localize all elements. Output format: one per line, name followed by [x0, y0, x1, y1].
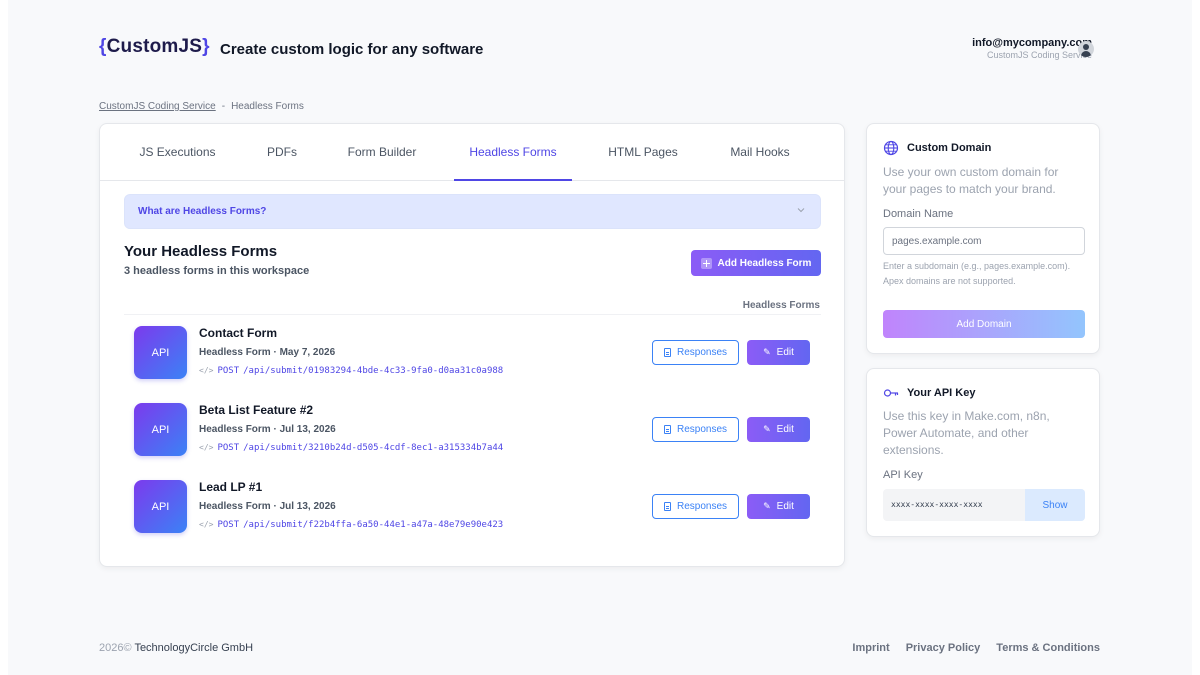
document-icon	[663, 502, 671, 511]
api-key-field: xxxx-xxxx-xxxx-xxxx Show	[883, 489, 1085, 521]
api-badge: API	[134, 403, 187, 456]
document-icon	[663, 425, 671, 434]
form-meta: Headless Form · Jul 13, 2026	[199, 501, 336, 512]
add-headless-form-button[interactable]: Add Headless Form	[691, 250, 821, 276]
tab-form-builder[interactable]: Form Builder	[332, 124, 432, 181]
footer-link-privacy[interactable]: Privacy Policy	[906, 642, 981, 654]
form-title[interactable]: Lead LP #1	[199, 480, 262, 494]
breadcrumb-separator: -	[221, 101, 226, 112]
breadcrumb-root-link[interactable]: CustomJS Coding Service	[99, 101, 216, 112]
endpoint-method: POST	[217, 366, 240, 376]
tab-js-executions[interactable]: JS Executions	[124, 124, 231, 181]
show-api-key-button[interactable]: Show	[1025, 489, 1085, 521]
footer-link-imprint[interactable]: Imprint	[852, 642, 889, 654]
section-subtitle: 3 headless forms in this workspace	[124, 265, 310, 277]
code-icon: </>	[199, 443, 214, 452]
custom-domain-card: Custom Domain Use your own custom domain…	[866, 123, 1100, 354]
form-meta: Headless Form · May 7, 2026	[199, 347, 336, 358]
plus-icon	[700, 257, 712, 269]
headless-forms-info-accordion[interactable]: What are Headless Forms?	[124, 194, 821, 229]
edit-label: Edit	[776, 501, 794, 512]
footer-link-terms[interactable]: Terms & Conditions	[996, 642, 1100, 654]
form-endpoint: </> POST /api/submit/f22b4ffa-6a50-44e1-…	[199, 520, 503, 530]
responses-button[interactable]: Responses	[652, 494, 739, 519]
edit-label: Edit	[776, 424, 794, 435]
add-headless-form-label: Add Headless Form	[717, 257, 812, 269]
tab-mail-hooks[interactable]: Mail Hooks	[715, 124, 805, 181]
responses-label: Responses	[676, 501, 728, 512]
tab-html-pages[interactable]: HTML Pages	[595, 124, 691, 181]
footer-links: Imprint Privacy Policy Terms & Condition…	[852, 642, 1100, 654]
endpoint-path: /api/submit/f22b4ffa-6a50-44e1-a47a-48e7…	[243, 520, 504, 530]
logo[interactable]: {CustomJS}	[99, 36, 210, 58]
section-title: Your Headless Forms	[124, 243, 278, 260]
list-label: Headless Forms	[742, 300, 820, 311]
form-endpoint: </> POST /api/submit/3210b24d-d505-4cdf-…	[199, 443, 503, 453]
breadcrumb-current: Headless Forms	[231, 101, 304, 112]
breadcrumb: CustomJS Coding Service - Headless Forms	[99, 101, 304, 112]
domain-hint: Enter a subdomain (e.g., pages.example.c…	[883, 261, 1071, 286]
tab-bar: JS Executions PDFs Form Builder Headless…	[100, 124, 844, 181]
user-info[interactable]: info@mycompany.com CustomJS Coding Servi…	[972, 37, 1092, 60]
custom-domain-description: Use your own custom domain for your page…	[883, 165, 1059, 196]
edit-button[interactable]: ✎ Edit	[747, 340, 810, 365]
tagline: Create custom logic for any software	[220, 41, 484, 58]
responses-button[interactable]: Responses	[652, 340, 739, 365]
api-badge: API	[134, 326, 187, 379]
form-title[interactable]: Beta List Feature #2	[199, 403, 313, 417]
logo-text: {CustomJS}	[99, 36, 210, 57]
form-title[interactable]: Contact Form	[199, 326, 277, 340]
form-endpoint: </> POST /api/submit/01983294-4bde-4c33-…	[199, 366, 503, 376]
endpoint-path: /api/submit/3210b24d-d505-4cdf-8ec1-a315…	[243, 443, 504, 453]
footer-company: TechnologyCircle GmbH	[134, 642, 254, 654]
list-divider	[124, 314, 821, 315]
user-email: info@mycompany.com	[972, 37, 1092, 49]
api-key-value: xxxx-xxxx-xxxx-xxxx	[891, 500, 983, 509]
api-badge: API	[134, 480, 187, 533]
edit-button[interactable]: ✎ Edit	[747, 494, 810, 519]
custom-domain-title: Custom Domain	[907, 142, 992, 154]
responses-label: Responses	[676, 424, 728, 435]
code-icon: </>	[199, 520, 214, 529]
form-row: API Contact Form Headless Form · May 7, …	[124, 326, 821, 386]
user-avatar-icon[interactable]	[1078, 41, 1094, 57]
edit-button[interactable]: ✎ Edit	[747, 417, 810, 442]
tab-pdfs[interactable]: PDFs	[255, 124, 309, 181]
endpoint-path: /api/submit/01983294-4bde-4c33-9fa0-d0aa…	[243, 366, 504, 376]
tab-headless-forms[interactable]: Headless Forms	[454, 124, 572, 181]
form-row: API Beta List Feature #2 Headless Form ·…	[124, 403, 821, 463]
main-card: JS Executions PDFs Form Builder Headless…	[99, 123, 845, 567]
endpoint-method: POST	[217, 520, 240, 530]
footer-copyright: 2026© TechnologyCircle GmbH	[99, 642, 253, 654]
api-key-label: API Key	[883, 469, 923, 481]
pencil-icon: ✎	[763, 501, 771, 511]
endpoint-method: POST	[217, 443, 240, 453]
responses-label: Responses	[676, 347, 728, 358]
globe-icon	[883, 140, 899, 156]
user-subtitle: CustomJS Coding Service	[986, 50, 1092, 60]
form-meta: Headless Form · Jul 13, 2026	[199, 424, 336, 435]
pencil-icon: ✎	[763, 347, 771, 357]
responses-button[interactable]: Responses	[652, 417, 739, 442]
api-key-card: Your API Key Use this key in Make.com, n…	[866, 368, 1100, 537]
code-icon: </>	[199, 366, 214, 375]
pencil-icon: ✎	[763, 424, 771, 434]
chevron-down-icon	[797, 208, 805, 213]
accordion-label: What are Headless Forms?	[138, 206, 267, 217]
footer-year: 2026©	[99, 642, 132, 654]
domain-name-input[interactable]	[883, 227, 1085, 255]
domain-name-label: Domain Name	[883, 208, 954, 220]
edit-label: Edit	[776, 347, 794, 358]
add-domain-button[interactable]: Add Domain	[883, 310, 1085, 338]
form-row: API Lead LP #1 Headless Form · Jul 13, 2…	[124, 480, 821, 540]
api-key-description: Use this key in Make.com, n8n, Power Aut…	[883, 409, 1050, 457]
api-key-title: Your API Key	[907, 387, 976, 399]
document-icon	[663, 348, 671, 357]
key-icon	[883, 389, 899, 397]
